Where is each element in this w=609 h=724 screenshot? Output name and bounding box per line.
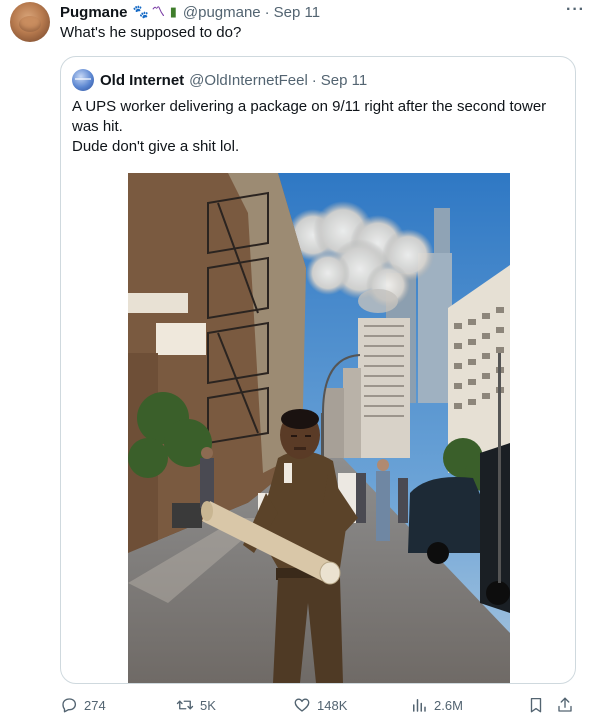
reply-icon — [62, 698, 77, 713]
quoted-tweet-card[interactable]: Old Internet @OldInternetFeel · Sep 11 A… — [60, 56, 576, 684]
tweet-text: What's he supposed to do? — [60, 24, 242, 41]
header-separator: · — [264, 3, 270, 21]
like-count: 148K — [317, 697, 348, 713]
tweet-date[interactable]: Sep 11 — [274, 4, 320, 21]
tweet-header: Pugmane 🐾 〽 ▮ @pugmane · Sep 11 — [60, 2, 320, 22]
retweet-icon — [176, 700, 194, 710]
views-chart-icon — [413, 699, 426, 712]
author-name[interactable]: Pugmane — [60, 4, 128, 21]
worm-emoji-icon: 〽 — [151, 4, 165, 19]
share-icon — [558, 697, 572, 712]
views-count: 2.6M — [434, 697, 463, 713]
bookmark-icon — [530, 697, 542, 713]
author-avatar[interactable] — [10, 2, 50, 42]
quoted-author-handle[interactable]: @OldInternetFeel — [189, 72, 308, 89]
tweet-actions-bar: 274 5K 148K 2.6M — [0, 694, 609, 718]
quoted-text-line-2: Dude don't give a shit lol. — [72, 138, 240, 155]
quoted-text-line-1: A UPS worker delivering a package on 9/1… — [72, 98, 547, 135]
reply-button[interactable]: 274 — [60, 694, 106, 716]
heart-icon — [294, 698, 310, 712]
reply-count: 274 — [84, 697, 106, 713]
author-handle[interactable]: @pugmane — [183, 4, 261, 21]
quoted-tweet-header: Old Internet @OldInternetFeel · Sep 11 — [72, 69, 367, 91]
quoted-header-separator: · — [311, 71, 317, 89]
quoted-author-avatar[interactable] — [72, 69, 94, 91]
photo-illustration — [128, 173, 510, 683]
retweet-button[interactable]: 5K — [176, 694, 216, 716]
can-emoji-icon: ▮ — [169, 4, 177, 19]
quoted-tweet-date[interactable]: Sep 11 — [321, 72, 367, 89]
retweet-count: 5K — [200, 697, 216, 713]
avatar-face — [19, 16, 41, 32]
more-options-icon[interactable]: ··· — [566, 1, 585, 19]
like-button[interactable]: 148K — [293, 694, 347, 716]
share-button[interactable] — [556, 694, 574, 716]
views-button[interactable]: 2.6M — [410, 694, 463, 716]
quoted-tweet-text: A UPS worker delivering a package on 9/1… — [72, 97, 567, 157]
quoted-author-name[interactable]: Old Internet — [100, 72, 184, 89]
paw-prints-emoji-icon: 🐾 — [132, 4, 149, 19]
bookmark-button[interactable] — [527, 694, 545, 716]
quoted-tweet-photo[interactable] — [128, 173, 510, 683]
